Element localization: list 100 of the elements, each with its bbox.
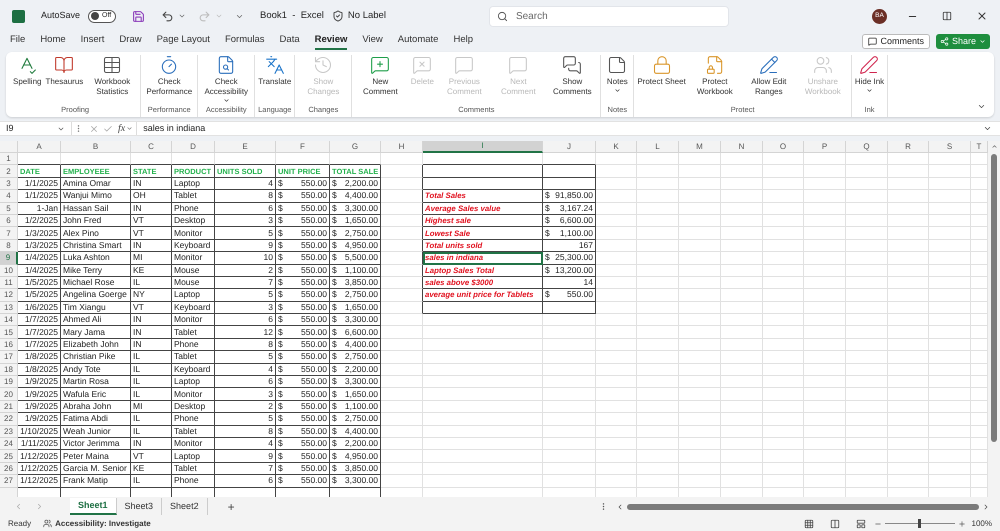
share-button[interactable]: Share [936, 34, 990, 49]
ribbon-button[interactable]: Workbook Statistics [86, 55, 138, 97]
column-header[interactable]: C [131, 141, 172, 153]
scroll-left-icon[interactable] [616, 502, 624, 510]
insert-function-button[interactable]: fx [118, 121, 126, 136]
collapse-ribbon-icon[interactable] [977, 102, 986, 111]
ribbon-button[interactable]: Protect Sheet [636, 55, 687, 87]
caret-icon[interactable] [126, 125, 134, 132]
ribbon-button[interactable]: Protect Workbook [688, 55, 741, 97]
menu-tab[interactable]: Help [453, 33, 474, 50]
column-header[interactable]: L [637, 141, 679, 153]
row-header[interactable]: 18 [0, 364, 18, 376]
ribbon-button[interactable]: Check Accessibility [200, 55, 252, 104]
formula-field[interactable]: sales in indiana [136, 122, 983, 135]
row-header[interactable]: 16 [0, 338, 18, 352]
menu-tab[interactable]: Page Layout [156, 33, 210, 50]
column-header[interactable]: Q [846, 141, 888, 153]
column-header[interactable]: K [596, 141, 637, 153]
row-header[interactable]: 24 [0, 438, 18, 450]
column-header[interactable]: E [215, 141, 276, 153]
ribbon-button[interactable]: Check Performance [143, 55, 196, 97]
row-header[interactable]: 12 [0, 289, 18, 302]
column-header[interactable]: O [763, 141, 804, 153]
sheet-tab[interactable]: Sheet2 [162, 498, 208, 515]
column-header[interactable]: D [172, 141, 215, 153]
row-header[interactable]: 23 [0, 426, 18, 438]
row-header[interactable]: 15 [0, 326, 18, 339]
column-header[interactable]: B [61, 141, 131, 153]
menu-tab[interactable]: Formulas [224, 33, 265, 50]
sheet-tab[interactable]: Sheet1 [70, 498, 117, 515]
row-header[interactable]: 19 [0, 376, 18, 388]
scrollbar-thumb[interactable] [627, 504, 979, 510]
row-header[interactable]: 5 [0, 202, 18, 215]
expand-formula-icon[interactable] [983, 124, 992, 133]
menu-tab[interactable]: Automate [398, 33, 438, 50]
table-cell [381, 438, 423, 450]
row-header[interactable]: 2 [0, 165, 18, 178]
column-header[interactable]: J [543, 141, 596, 153]
ribbon-button[interactable]: Notes [603, 55, 632, 94]
menu-tab[interactable]: File [10, 33, 26, 50]
row-header[interactable]: 27 [0, 475, 18, 488]
row-header[interactable]: 13 [0, 302, 18, 314]
slider-thumb[interactable] [918, 519, 922, 528]
row-header[interactable]: 14 [0, 314, 18, 326]
ribbon-button[interactable]: Hide Ink [854, 55, 886, 94]
column-header[interactable]: G [330, 141, 381, 153]
menu-tab[interactable]: Draw [119, 33, 142, 50]
ribbon-button[interactable]: Allow Edit Ranges [742, 55, 795, 97]
column-header[interactable]: I [423, 141, 543, 153]
ribbon-button[interactable]: New Comment [354, 55, 406, 97]
ribbon-button[interactable]: Spelling [12, 55, 42, 87]
menu-tab[interactable]: Insert [80, 33, 104, 50]
row-header[interactable]: 6 [0, 214, 18, 228]
row-header[interactable]: 9 [0, 252, 18, 265]
comments-button[interactable]: Comments [862, 34, 930, 49]
add-sheet-button[interactable]: + [226, 498, 237, 516]
column-header[interactable]: N [721, 141, 763, 153]
column-header[interactable]: A [18, 141, 61, 153]
save-icon[interactable] [132, 10, 146, 22]
page-layout-view-icon[interactable] [830, 518, 840, 528]
accessibility-status[interactable]: Accessibility: Investigate [55, 518, 151, 530]
row-header[interactable]: 8 [0, 240, 18, 252]
row-header[interactable]: 10 [0, 264, 18, 277]
column-header[interactable]: S [929, 141, 971, 153]
row-header[interactable]: 21 [0, 400, 18, 414]
ribbon-button[interactable]: Thesaurus [44, 55, 84, 87]
scroll-right-icon[interactable] [982, 502, 990, 510]
menu-tab[interactable]: Home [40, 33, 66, 50]
name-box[interactable]: I9 [0, 122, 72, 135]
page-break-view-icon[interactable] [856, 518, 866, 528]
column-header[interactable]: R [888, 141, 929, 153]
menu-tab[interactable]: Review [314, 33, 348, 50]
menu-tab[interactable]: Data [280, 33, 300, 50]
row-header[interactable]: 20 [0, 388, 18, 401]
column-header[interactable]: P [804, 141, 846, 153]
normal-view-icon[interactable] [804, 518, 814, 528]
row-header[interactable]: 17 [0, 351, 18, 364]
column-header[interactable]: M [679, 141, 721, 153]
scrollbar-thumb[interactable] [991, 154, 997, 442]
row-header[interactable]: 11 [0, 276, 18, 290]
row-header[interactable]: 3 [0, 178, 18, 190]
table-cell [679, 462, 721, 476]
caret-icon[interactable] [178, 12, 186, 20]
zoom-level[interactable]: 100% [972, 518, 992, 530]
close-icon[interactable] [976, 10, 988, 22]
sheet-tab[interactable]: Sheet3 [116, 498, 162, 515]
row-header[interactable]: 22 [0, 413, 18, 426]
row-header[interactable]: 25 [0, 450, 18, 463]
row-header[interactable]: 4 [0, 190, 18, 203]
menu-tab[interactable]: View [362, 33, 383, 50]
row-header[interactable]: 26 [0, 462, 18, 476]
column-header[interactable]: F [276, 141, 330, 153]
scroll-up-icon[interactable] [990, 143, 998, 150]
undo-icon[interactable] [161, 10, 174, 22]
row-header[interactable]: 1 [0, 153, 18, 166]
ribbon-button[interactable]: Translate [257, 55, 292, 87]
search-field[interactable]: Search [488, 6, 729, 26]
zoom-in-icon[interactable] [958, 520, 966, 528]
row-header[interactable]: 7 [0, 227, 18, 240]
ribbon-button[interactable]: Show Comments [546, 55, 598, 97]
